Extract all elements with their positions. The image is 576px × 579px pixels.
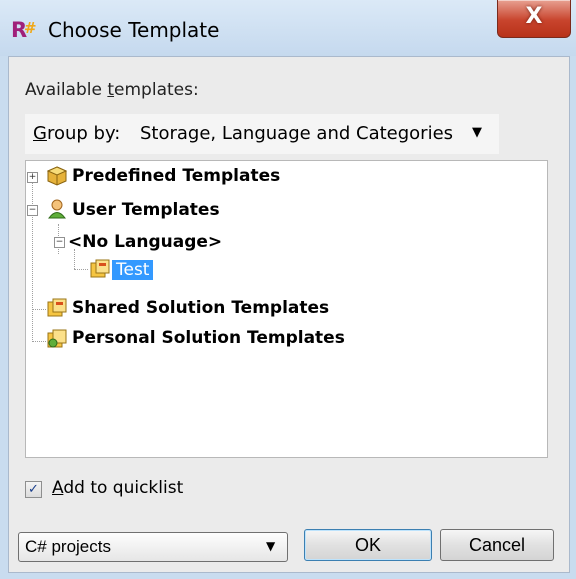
ok-button[interactable]: OK [304, 529, 432, 561]
dropdown-arrow-icon[interactable]: ▼ [472, 125, 482, 140]
collapse-icon[interactable]: − [27, 205, 38, 216]
dialog-window: R # Choose Template X Available templates… [0, 0, 576, 579]
tree-connector [32, 174, 33, 342]
title-bar[interactable]: R # Choose Template X [0, 0, 576, 56]
tree-connector [74, 269, 88, 270]
tree-connector [32, 341, 46, 342]
user-icon [48, 199, 66, 219]
shared-template-icon [47, 298, 67, 317]
tree-item-personal-solution-templates[interactable]: Personal Solution Templates [72, 325, 345, 351]
close-icon: X [525, 4, 543, 29]
chevron-down-icon: ▼ [266, 539, 276, 553]
expand-icon[interactable]: + [27, 172, 38, 183]
tree-item-shared-solution-templates[interactable]: Shared Solution Templates [72, 295, 329, 321]
personal-template-icon [47, 329, 67, 348]
group-by-dropdown[interactable]: Storage, Language and Categories [140, 123, 453, 144]
tree-item-user-templates[interactable]: User Templates [72, 197, 220, 223]
window-title: Choose Template [48, 18, 220, 42]
project-type-value: C# projects [25, 537, 111, 556]
package-icon [47, 166, 67, 186]
tree-connector [32, 309, 46, 310]
group-by-bar: Group by: Storage, Language and Categori… [25, 114, 499, 154]
tree-item-predefined-templates[interactable]: Predefined Templates [72, 163, 280, 189]
available-templates-label: Available templates: [25, 80, 199, 100]
template-icon [90, 259, 110, 278]
resharper-icon: R # [11, 18, 37, 42]
close-button[interactable]: X [497, 0, 571, 38]
selected-item-label: Test [112, 260, 154, 280]
project-type-dropdown[interactable]: C# projects ▼ [18, 532, 288, 562]
add-to-quicklist-checkbox[interactable]: ✓ [25, 481, 42, 498]
collapse-icon[interactable]: − [54, 237, 65, 248]
add-to-quicklist-label[interactable]: Add to quicklist [52, 478, 183, 498]
tree-item-test[interactable]: Test [112, 257, 154, 283]
tree-item-no-language[interactable]: <No Language> [68, 229, 222, 255]
template-tree[interactable]: + Predefined Templates − User Templates … [25, 160, 548, 458]
cancel-button[interactable]: Cancel [440, 529, 554, 561]
group-by-label: Group by: [33, 123, 121, 144]
